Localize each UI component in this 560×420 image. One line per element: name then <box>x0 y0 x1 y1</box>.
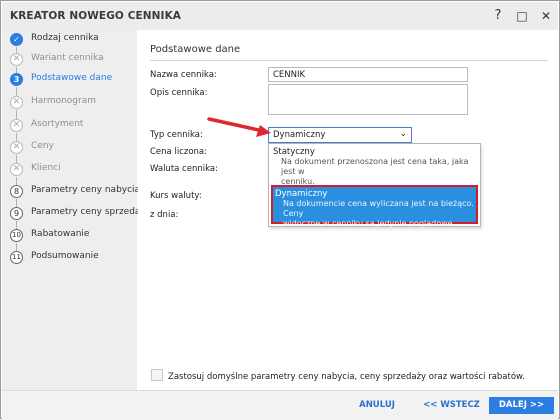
close-icon[interactable]: ✕ <box>537 7 555 25</box>
option-statyczny[interactable]: Statyczny Na dokument przenoszona jest c… <box>271 147 478 186</box>
step-number-icon: 11 <box>10 251 23 264</box>
price-label: Cena liczona: <box>150 147 207 157</box>
type-label: Typ cennika: <box>150 130 203 140</box>
cancel-button[interactable]: ANULUJ <box>347 397 407 414</box>
red-arrow-icon <box>207 117 271 137</box>
section-title: Podstawowe dane <box>150 44 241 55</box>
option-dynamiczny[interactable]: Dynamiczny Na dokumencie cena wyliczana … <box>271 185 478 228</box>
step-label: Klienci <box>31 163 61 173</box>
step-label: Ceny <box>31 141 54 151</box>
step-rodzaj-cennika[interactable]: ✓ Rodzaj cennika <box>2 30 137 52</box>
help-icon[interactable]: ? <box>489 7 507 25</box>
name-field[interactable]: CENNIK <box>268 67 468 82</box>
type-select[interactable]: Dynamiczny ⌄ <box>268 127 412 143</box>
next-button[interactable]: DALEJ >> <box>489 397 554 414</box>
currency-label: Waluta cennika: <box>150 164 218 174</box>
checkmark-icon: ✓ <box>10 33 23 46</box>
step-podstawowe-dane[interactable]: 3 Podstawowe dane <box>2 70 137 92</box>
step-parametry-ceny-sprzedazy[interactable]: 9 Parametry ceny sprzedaży <box>2 204 151 226</box>
type-dropdown-list: Statyczny Na dokument przenoszona jest c… <box>268 143 481 228</box>
step-number-icon: 10 <box>10 229 23 242</box>
type-select-value: Dynamiczny <box>273 130 326 140</box>
x-icon: ✕ <box>10 96 23 109</box>
wizard-window: KREATOR NOWEGO CENNIKA ? □ ✕ ✓ Rodzaj ce… <box>0 0 560 420</box>
form-panel: Podstawowe dane Nazwa cennika: CENNIK Op… <box>138 30 558 390</box>
step-label: Rabatowanie <box>31 229 90 239</box>
step-label: Wariant cennika <box>31 53 104 63</box>
maximize-icon[interactable]: □ <box>513 7 531 25</box>
name-label: Nazwa cennika: <box>150 70 217 80</box>
step-harmonogram: ✕ Harmonogram <box>2 93 137 115</box>
default-params-checkbox[interactable] <box>151 369 163 381</box>
default-params-checkbox-row[interactable]: Zastosuj domyślne parametry ceny nabycia… <box>151 369 525 382</box>
step-rabatowanie[interactable]: 10 Rabatowanie <box>2 226 137 248</box>
step-label: Podsumowanie <box>31 251 99 261</box>
step-parametry-ceny-nabycia[interactable]: 8 Parametry ceny nabycia <box>2 182 141 204</box>
x-icon: ✕ <box>10 141 23 154</box>
step-number-icon: 3 <box>10 73 23 86</box>
step-label: Harmonogram <box>31 96 97 106</box>
chevron-down-icon: ⌄ <box>399 129 407 139</box>
step-wariant-cennika: ✕ Wariant cennika <box>2 50 137 72</box>
title-bar: KREATOR NOWEGO CENNIKA ? □ ✕ <box>2 2 558 30</box>
date-label: z dnia: <box>150 210 179 220</box>
step-label: Asortyment <box>31 119 84 129</box>
option-description: widoczne w cenniku są jedynie poglądowe. <box>283 219 456 228</box>
step-label: Parametry ceny sprzedaży <box>31 207 151 217</box>
back-button[interactable]: << WSTECZ <box>419 397 484 414</box>
default-params-label: Zastosuj domyślne parametry ceny nabycia… <box>168 372 525 382</box>
step-asortyment: ✕ Asortyment <box>2 116 137 138</box>
step-label: Podstawowe dane <box>31 73 113 83</box>
step-number-icon: 8 <box>10 185 23 198</box>
description-label: Opis cennika: <box>150 88 208 98</box>
x-icon: ✕ <box>10 163 23 176</box>
step-podsumowanie[interactable]: 11 Podsumowanie <box>2 248 137 270</box>
wizard-footer: ANULUJ << WSTECZ DALEJ >> <box>2 390 558 420</box>
description-field[interactable] <box>268 84 468 115</box>
steps-sidebar: ✓ Rodzaj cennika ✕ Wariant cennika 3 Pod… <box>2 30 151 390</box>
step-ceny: ✕ Ceny <box>2 138 137 160</box>
step-label: Rodzaj cennika <box>31 33 99 43</box>
step-number-icon: 9 <box>10 207 23 220</box>
step-klienci: ✕ Klienci <box>2 160 137 182</box>
x-icon: ✕ <box>10 119 23 132</box>
option-description: Na dokument przenoszona jest cena taka, … <box>281 157 469 176</box>
rate-label: Kurs waluty: <box>150 191 202 201</box>
option-description: Na dokumencie cena wyliczana jest na bie… <box>283 199 474 218</box>
window-title: KREATOR NOWEGO CENNIKA <box>10 10 182 22</box>
section-divider <box>150 60 548 61</box>
option-title: Statyczny <box>273 147 315 157</box>
option-title: Dynamiczny <box>275 189 328 199</box>
step-label: Parametry ceny nabycia <box>31 185 141 195</box>
x-icon: ✕ <box>10 53 23 66</box>
